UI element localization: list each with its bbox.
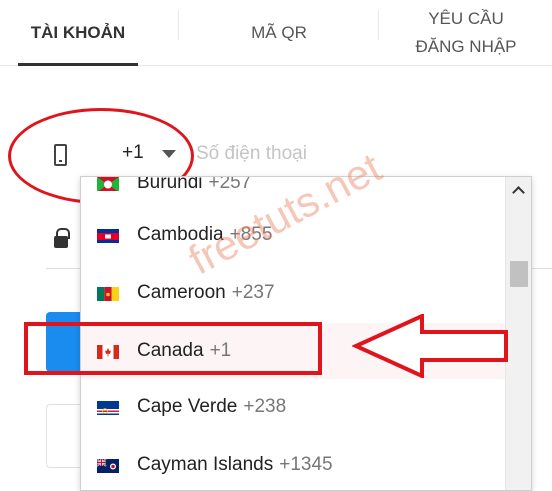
country-name: Burundi bbox=[137, 176, 203, 193]
country-name: Cape Verde bbox=[137, 396, 238, 417]
burundi-flag-icon bbox=[97, 177, 119, 191]
cambodia-flag-icon bbox=[97, 228, 119, 243]
chevron-up-icon[interactable] bbox=[513, 185, 523, 195]
tab-login-request[interactable]: YÊU CẦU ĐĂNG NHẬP bbox=[380, 0, 552, 66]
list-item-burundi[interactable]: Burundi +257 bbox=[81, 176, 505, 211]
scrollbar-thumb[interactable] bbox=[510, 261, 528, 287]
tab-account[interactable]: TÀI KHOẢN bbox=[18, 0, 138, 66]
tab-qr-label: MÃ QR bbox=[251, 23, 307, 42]
list-item-cameroon[interactable]: Cameroon +237 bbox=[81, 265, 505, 321]
cameroon-flag-icon bbox=[97, 286, 119, 301]
list-item-cape-verde[interactable]: Cape Verde +238 bbox=[81, 379, 505, 435]
tab-divider bbox=[378, 10, 379, 40]
tab-qr-code[interactable]: MÃ QR bbox=[180, 0, 378, 66]
lock-icon bbox=[54, 228, 70, 248]
country-dial-code: +237 bbox=[231, 282, 275, 303]
country-dial-code: +855 bbox=[229, 224, 273, 245]
country-dial-code: +1345 bbox=[279, 454, 333, 475]
tab-login-label-line1: YÊU CẦU bbox=[428, 9, 504, 28]
annotation-red-rectangle bbox=[24, 322, 322, 375]
tab-account-label: TÀI KHOẢN bbox=[30, 23, 126, 42]
phone-number-input[interactable] bbox=[196, 138, 496, 170]
active-tab-underline bbox=[18, 63, 138, 66]
country-dial-code: +238 bbox=[243, 396, 287, 417]
tab-login-label-line2: ĐĂNG NHẬP bbox=[415, 37, 517, 56]
annotation-arrow-icon bbox=[352, 314, 508, 378]
cape-verde-flag-icon bbox=[97, 400, 119, 415]
country-name: Cambodia bbox=[137, 224, 224, 245]
country-name: Cameroon bbox=[137, 282, 226, 303]
country-dial-code: +257 bbox=[208, 176, 252, 193]
list-item-cambodia[interactable]: Cambodia +855 bbox=[81, 207, 505, 263]
cayman-islands-flag-icon bbox=[97, 457, 119, 473]
list-item-cayman-islands[interactable]: Cayman Islands +1345 bbox=[81, 437, 505, 490]
tab-divider bbox=[178, 10, 179, 40]
country-name: Cayman Islands bbox=[137, 454, 274, 475]
login-tabs: TÀI KHOẢN MÃ QR YÊU CẦU ĐĂNG NHẬP bbox=[0, 0, 552, 66]
